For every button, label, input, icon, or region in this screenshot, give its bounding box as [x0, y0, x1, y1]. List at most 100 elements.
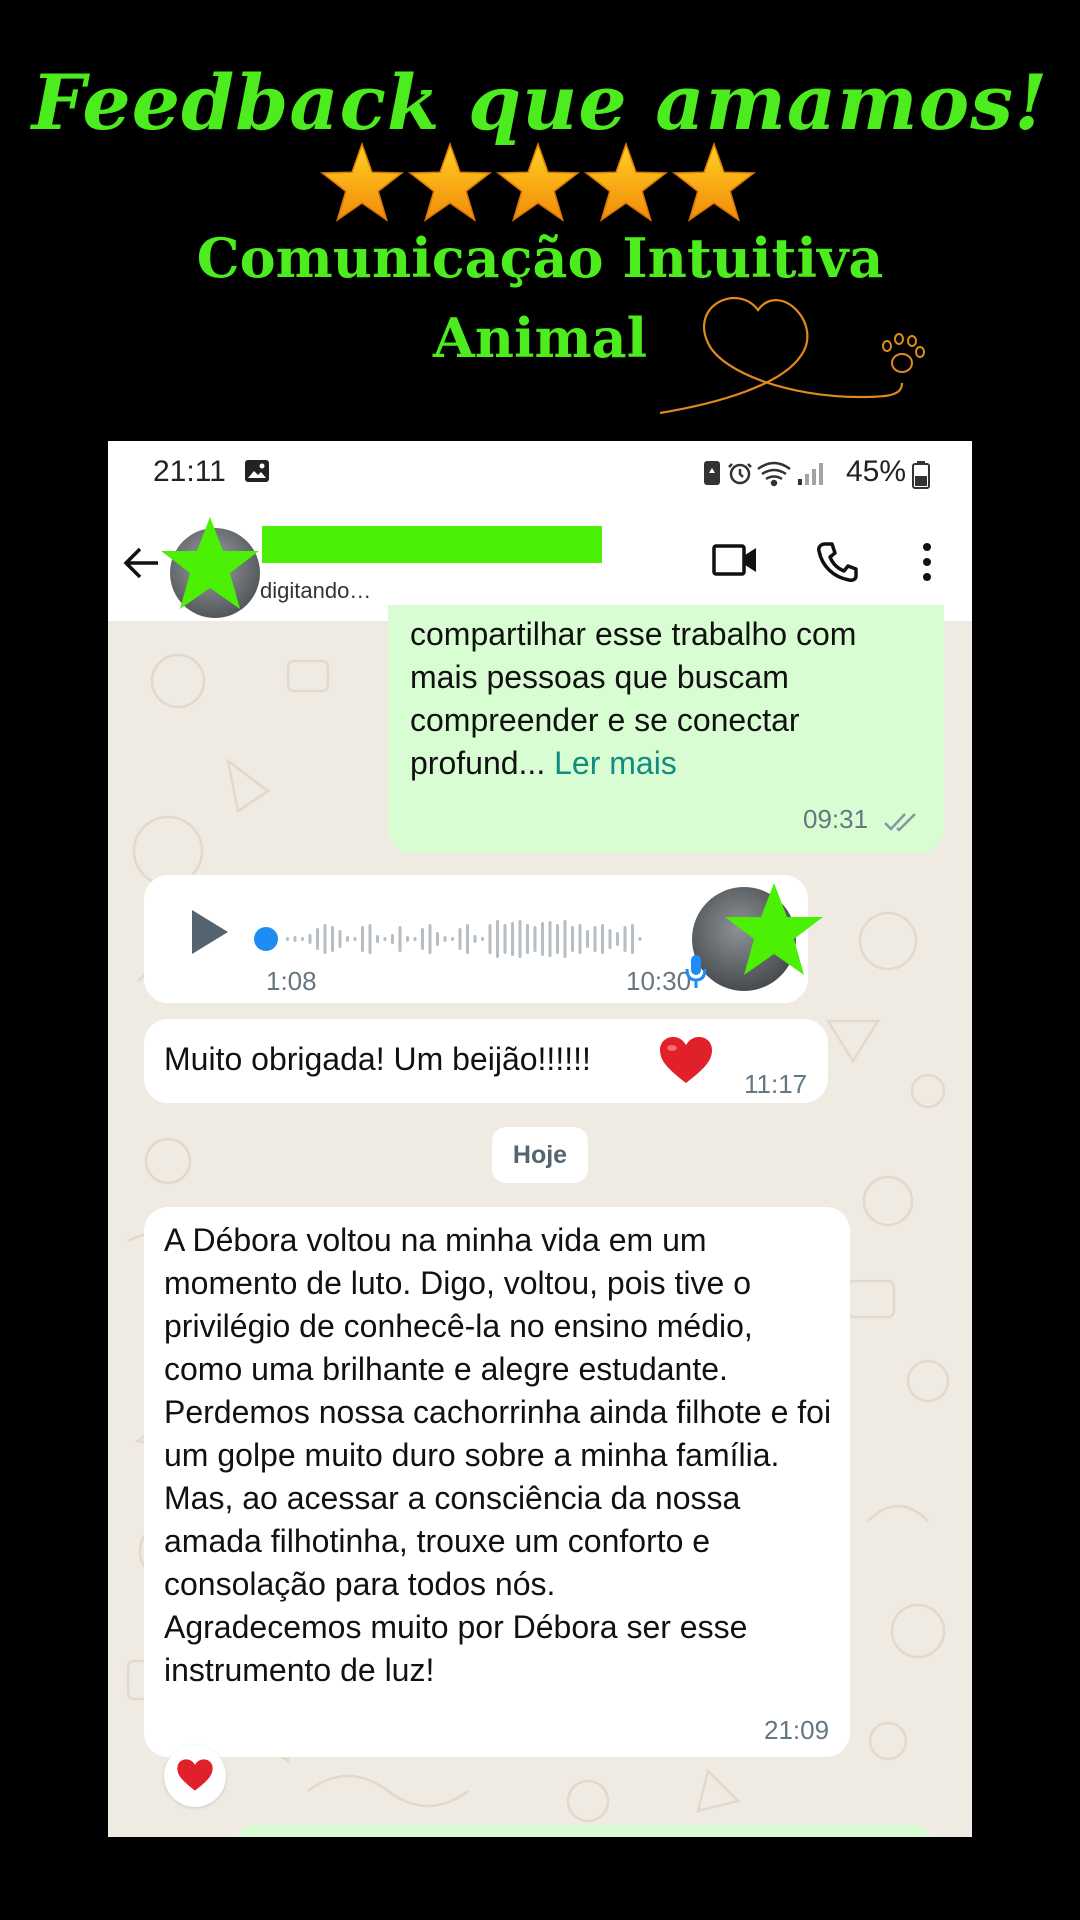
waveform-bar: [398, 926, 402, 952]
paw-icon: [882, 333, 925, 373]
waveform-bar: [556, 924, 559, 954]
heart-outline-icon: [659, 297, 904, 415]
waveform-bar: [548, 921, 552, 957]
waveform-bar: [293, 936, 297, 942]
outgoing-message-text: compartilhar esse trabalho com mais pess…: [410, 616, 857, 781]
waveform-bar: [301, 937, 304, 941]
waveform-bar: [563, 920, 567, 958]
phone-icon[interactable]: [816, 541, 858, 583]
waveform-bar: [488, 924, 492, 954]
audio-message-bubble: 1:08 10:30: [144, 875, 823, 1003]
back-arrow-icon[interactable]: [122, 543, 162, 583]
star-icon: [495, 142, 581, 222]
waveform-bar: [503, 924, 507, 954]
waveform-bar: [428, 924, 432, 954]
contact-name-redacted[interactable]: [262, 526, 602, 563]
waveform-bar: [466, 924, 469, 954]
waveform-bar: [308, 934, 312, 944]
contact-status: digitando…: [260, 578, 372, 603]
double-check-icon: [884, 813, 916, 832]
incoming-message-bubble[interactable]: A Débora voltou na minha vida em um mome…: [144, 1207, 850, 1757]
waveform-bar: [496, 920, 499, 958]
message-timestamp: 10:30: [626, 966, 692, 996]
waveform-bar: [638, 937, 642, 941]
waveform-bar: [616, 932, 619, 946]
read-more-link[interactable]: Ler mais: [554, 745, 677, 781]
heart-emoji-icon: [177, 1759, 213, 1791]
waveform-bar: [608, 929, 612, 949]
message-text: A Débora voltou na minha vida em um mome…: [164, 1222, 832, 1688]
waveform-bar: [451, 937, 454, 941]
star-sticker: [725, 883, 823, 975]
banner-subtitle-line1: Comunicação Intuitiva: [196, 226, 884, 290]
audio-waveform[interactable]: [252, 909, 652, 969]
chat-header: digitando…: [108, 505, 972, 621]
date-divider: Hoje: [492, 1127, 588, 1183]
audio-duration: 1:08: [266, 966, 317, 996]
waveform-bar: [586, 930, 589, 948]
waveform-bar: [368, 924, 372, 954]
banner-headline: Feedback que amamos!: [31, 58, 1049, 147]
waveform-bar: [316, 928, 319, 950]
message-text: Muito obrigada! Um beijão!!!!!!: [164, 1041, 591, 1077]
waveform-bar: [518, 920, 522, 958]
status-time: 21:11: [153, 455, 226, 488]
waveform-bar: [406, 936, 409, 942]
status-bar: 21:11 45%: [108, 441, 972, 505]
heart-emoji-icon: [660, 1037, 712, 1083]
waveform-bar: [353, 937, 357, 941]
battery-percentage: 45%: [846, 455, 907, 488]
rating-stars: [319, 142, 757, 222]
wifi-icon: [757, 461, 791, 487]
outgoing-message-bubble-partial: [234, 1825, 934, 1837]
waveform-bar: [331, 926, 334, 952]
waveform-bar: [421, 928, 424, 950]
waveform-bar: [481, 937, 484, 941]
waveform-bar: [413, 937, 417, 941]
waveform-bar: [511, 922, 514, 956]
waveform-bar: [578, 924, 582, 954]
video-call-icon[interactable]: [712, 543, 758, 577]
more-options-icon[interactable]: [920, 541, 934, 583]
star-icon: [671, 142, 757, 222]
play-icon[interactable]: [188, 907, 232, 957]
battery-icon: [912, 461, 930, 489]
waveform-bar: [593, 926, 597, 952]
status-icons: [704, 461, 823, 487]
waveform-bar: [361, 926, 364, 952]
waveform-bar: [526, 924, 529, 954]
chat-screen: 21:11 45% digitando… compartilhar esse t…: [108, 441, 972, 1837]
waveform-bar: [436, 932, 439, 946]
waveform-bar: [473, 935, 477, 943]
message-timestamp: 21:09: [764, 1715, 830, 1745]
microphone-icon: [685, 955, 707, 988]
star-sticker: [161, 517, 259, 609]
gallery-icon: [245, 460, 269, 482]
waveform-bar: [458, 928, 462, 950]
waveform-bar: [346, 936, 349, 942]
waveform-bar: [533, 926, 537, 952]
heart-reaction[interactable]: [164, 1745, 226, 1807]
waveform-bar: [631, 924, 634, 954]
waveform-bar: [601, 924, 604, 954]
message-timestamp: 09:31: [803, 804, 869, 834]
waveform-bar: [571, 926, 574, 952]
waveform-bar: [286, 937, 289, 941]
waveform-bar: [623, 926, 627, 952]
star-icon: [407, 142, 493, 222]
alarm-icon: [728, 463, 752, 485]
battery-saver-icon: [704, 461, 720, 485]
star-icon: [583, 142, 669, 222]
outgoing-message-bubble[interactable]: compartilhar esse trabalho com mais pess…: [388, 605, 944, 853]
waveform-bar: [443, 936, 447, 942]
signal-icon: [798, 463, 823, 485]
waveform-bar: [376, 935, 379, 943]
waveform-bar: [391, 934, 394, 944]
incoming-message-bubble[interactable]: Muito obrigada! Um beijão!!!!!! 11:17: [144, 1019, 828, 1103]
waveform-bar: [323, 924, 327, 954]
waveform-bar: [338, 930, 342, 948]
star-icon: [319, 142, 405, 222]
heart-paw-decoration: [659, 297, 925, 415]
waveform-bar: [541, 922, 544, 956]
message-timestamp: 11:17: [744, 1069, 808, 1099]
